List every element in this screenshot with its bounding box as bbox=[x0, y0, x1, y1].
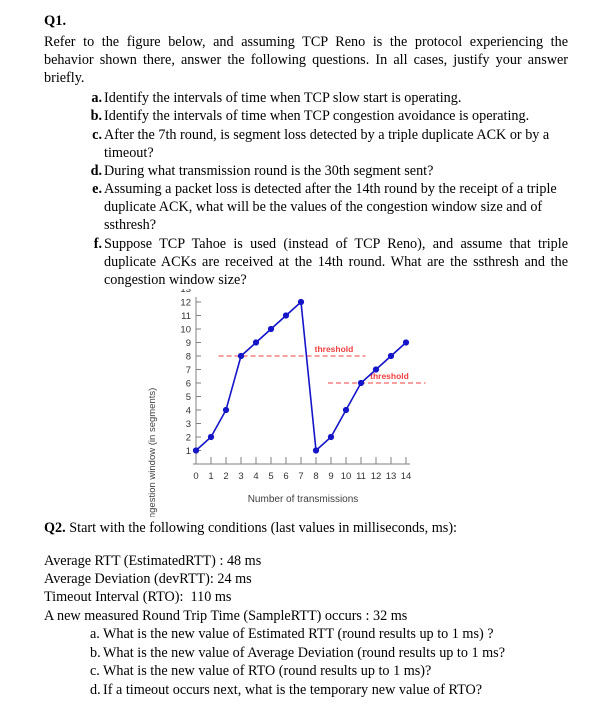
x-tick-label: 0 bbox=[193, 471, 198, 482]
x-tick-label: 11 bbox=[356, 471, 366, 482]
list-item-text: Identify the intervals of time when TCP … bbox=[104, 90, 462, 107]
y-tick-label: 12 bbox=[180, 298, 191, 309]
x-axis-ticks: 0 1 2 3 4 5 6 7 8 9 10 11 12 13 14 bbox=[193, 457, 411, 482]
list-item: d. During what transmission round is the… bbox=[90, 162, 568, 180]
question-2-title: Q2. bbox=[44, 520, 66, 537]
condition-line: Average Deviation (devRTT): 24 ms bbox=[44, 571, 252, 588]
list-marker: d. bbox=[90, 162, 102, 179]
x-tick-label: 12 bbox=[371, 471, 382, 482]
list-marker: e. bbox=[92, 181, 102, 198]
data-point bbox=[312, 447, 320, 454]
condition-line: A new measured Round Trip Time (SampleRT… bbox=[44, 607, 408, 624]
list-item: d. If a timeout occurs next, what is the… bbox=[90, 681, 568, 699]
list-item-text: Identify the intervals of time when TCP … bbox=[104, 108, 530, 125]
y-axis-ticks: 12345678910111213 bbox=[180, 289, 201, 457]
list-item-text: During what transmission round is the 30… bbox=[104, 162, 434, 179]
list-item: c. What is the new value of RTO (round r… bbox=[90, 662, 568, 680]
x-tick-label: 3 bbox=[238, 471, 243, 482]
question-1-title: Q1. bbox=[44, 13, 67, 29]
data-point bbox=[327, 434, 335, 441]
x-tick-label: 9 bbox=[328, 471, 333, 482]
list-item: c. After the 7th round, is segment loss … bbox=[90, 126, 568, 162]
x-tick-label: 2 bbox=[223, 471, 228, 482]
list-item-text: Suppose TCP Tahoe is used (instead of TC… bbox=[104, 235, 568, 288]
x-tick-label: 14 bbox=[401, 471, 412, 482]
list-marker: a. bbox=[90, 626, 100, 643]
y-tick-label: 9 bbox=[186, 338, 191, 349]
list-marker: d. bbox=[90, 681, 101, 698]
y-axis-label: Congestion window (in segments) bbox=[147, 388, 158, 517]
document-page: Q1. Refer to the figure below, and assum… bbox=[0, 0, 594, 705]
list-marker: a. bbox=[91, 90, 102, 107]
data-point bbox=[237, 353, 245, 360]
data-point bbox=[192, 447, 200, 454]
list-item-text: What is the new value of Average Deviati… bbox=[103, 644, 506, 661]
data-point bbox=[252, 339, 260, 346]
data-point bbox=[267, 326, 275, 333]
question-2-block: Q2. Start with the following conditions … bbox=[44, 519, 568, 699]
data-point bbox=[222, 407, 230, 414]
x-tick-label: 8 bbox=[313, 471, 318, 482]
y-tick-label: 13 bbox=[180, 289, 191, 295]
x-tick-label: 7 bbox=[298, 471, 303, 482]
list-marker: c. bbox=[90, 663, 100, 680]
data-point bbox=[357, 380, 365, 387]
list-marker: f. bbox=[93, 235, 102, 252]
list-item: b. What is the new value of Average Devi… bbox=[90, 644, 568, 662]
list-item: b. Identify the intervals of time when T… bbox=[90, 107, 568, 125]
y-tick-label: 5 bbox=[186, 392, 191, 403]
list-marker: b. bbox=[90, 644, 101, 661]
list-item: a. What is the new value of Estimated RT… bbox=[90, 625, 568, 643]
question-2-list: a. What is the new value of Estimated RT… bbox=[44, 625, 568, 699]
question-1-list: a. Identify the intervals of time when T… bbox=[44, 89, 568, 289]
question-2-intro: Start with the following conditions (las… bbox=[65, 520, 457, 537]
data-point bbox=[282, 312, 290, 319]
threshold-label: threshold bbox=[315, 344, 354, 354]
congestion-window-chart: Congestion window (in segments) 12345678… bbox=[0, 289, 594, 517]
data-point bbox=[342, 407, 350, 414]
y-tick-label: 2 bbox=[186, 433, 191, 444]
y-tick-label: 7 bbox=[186, 365, 191, 376]
y-tick-label: 8 bbox=[186, 352, 191, 363]
x-tick-label: 13 bbox=[386, 471, 397, 482]
y-tick-label: 4 bbox=[186, 406, 191, 417]
x-tick-label: 5 bbox=[268, 471, 273, 482]
x-tick-label: 1 bbox=[208, 471, 213, 482]
condition-line: Average RTT (EstimatedRTT) : 48 ms bbox=[44, 552, 262, 569]
condition-line: Timeout Interval (RTO): 110 ms bbox=[44, 589, 232, 606]
list-marker: c. bbox=[92, 126, 102, 143]
x-tick-label: 4 bbox=[253, 471, 258, 482]
data-point bbox=[402, 339, 410, 346]
list-item: e. Assuming a packet loss is detected af… bbox=[90, 180, 568, 235]
y-tick-label: 10 bbox=[180, 325, 191, 336]
data-point bbox=[207, 434, 215, 441]
list-item-text: Assuming a packet loss is detected after… bbox=[104, 181, 557, 234]
question-1-intro: Refer to the figure below, and assuming … bbox=[44, 34, 568, 87]
chart-svg: Congestion window (in segments) 12345678… bbox=[147, 289, 426, 517]
list-item-text: If a timeout occurs next, what is the te… bbox=[103, 681, 483, 698]
y-tick-label: 6 bbox=[186, 379, 191, 390]
list-item: f. Suppose TCP Tahoe is used (instead of… bbox=[90, 235, 568, 290]
data-point bbox=[297, 299, 305, 306]
x-tick-label: 6 bbox=[283, 471, 288, 482]
question-2-heading: Q2. Start with the following conditions … bbox=[44, 519, 568, 537]
list-item: a. Identify the intervals of time when T… bbox=[90, 89, 568, 107]
list-item-text: After the 7th round, is segment loss det… bbox=[104, 126, 550, 161]
list-item-text: What is the new value of Estimated RTT (… bbox=[103, 626, 494, 643]
y-tick-label: 1 bbox=[186, 446, 191, 457]
list-item-text: What is the new value of RTO (round resu… bbox=[103, 663, 432, 680]
x-axis-label: Number of transmissions bbox=[248, 494, 359, 505]
data-point bbox=[372, 366, 380, 373]
y-tick-label: 11 bbox=[181, 311, 191, 322]
threshold-lines: thresholdthreshold bbox=[218, 344, 426, 384]
list-marker: b. bbox=[90, 108, 102, 125]
x-tick-label: 10 bbox=[341, 471, 352, 482]
data-point bbox=[387, 353, 395, 360]
y-tick-label: 3 bbox=[186, 419, 191, 430]
